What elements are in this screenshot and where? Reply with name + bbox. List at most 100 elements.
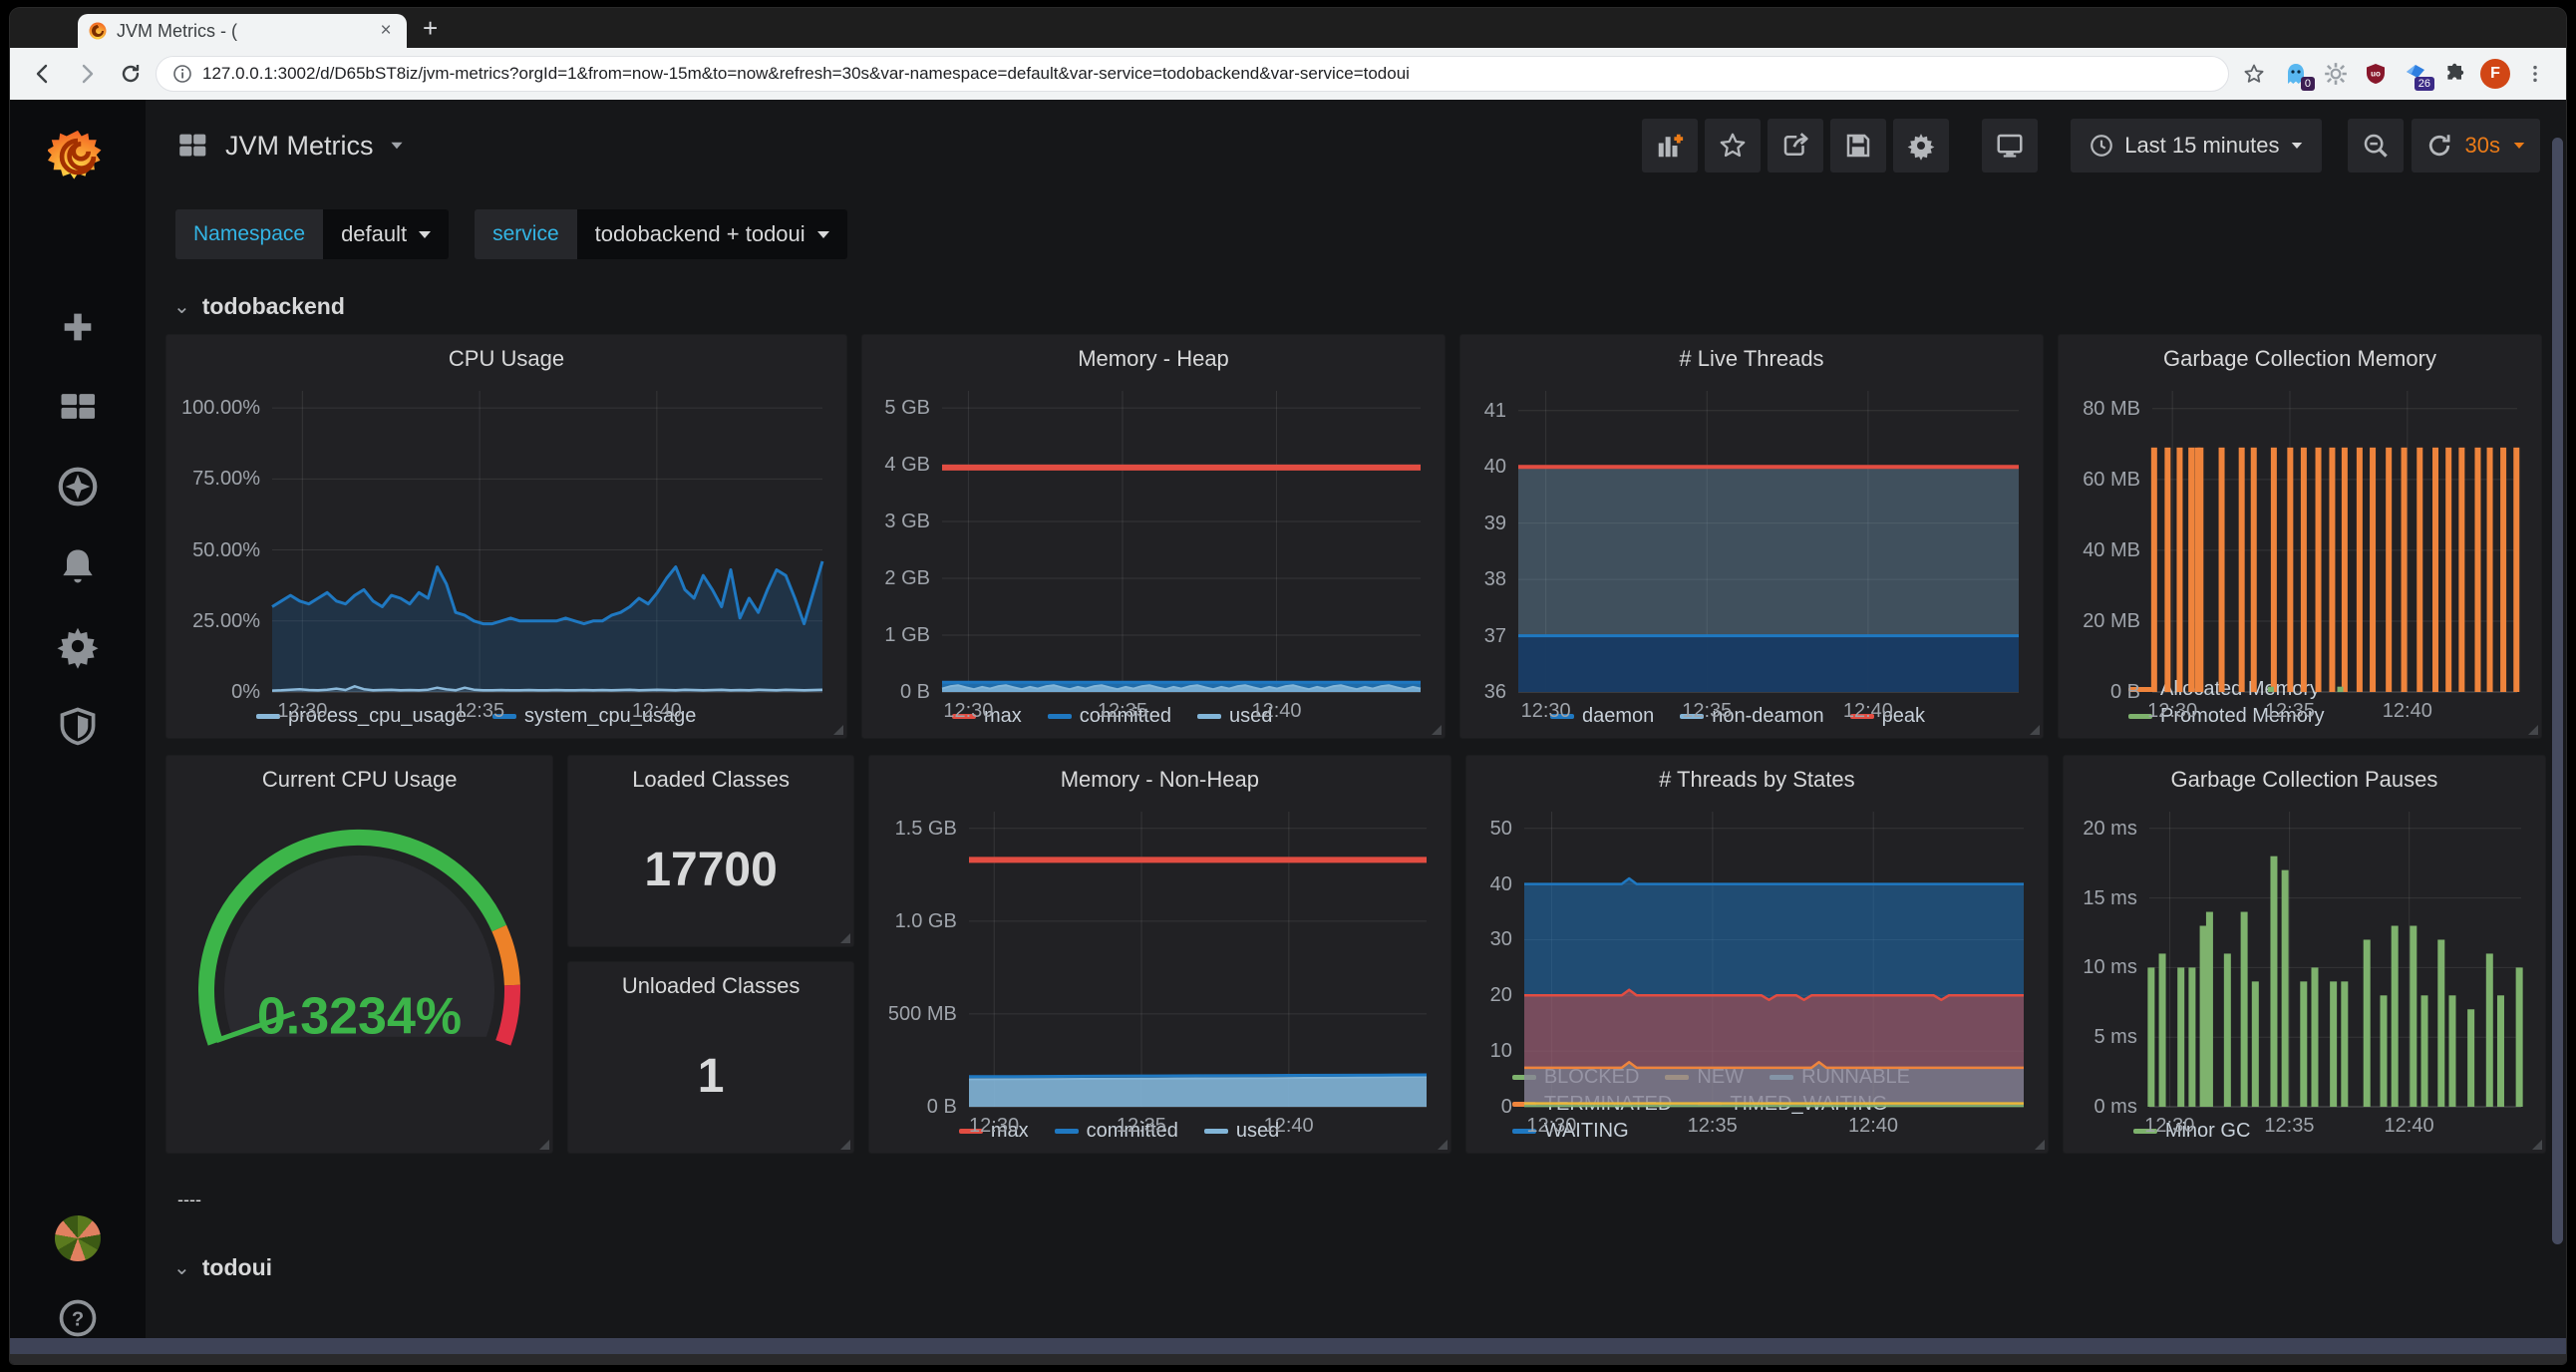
panel-title[interactable]: Garbage Collection Pauses bbox=[2074, 764, 2535, 800]
save-dashboard-button[interactable] bbox=[1830, 119, 1886, 172]
y-axis-tick: 0% bbox=[176, 681, 260, 704]
panel-row-1: CPU Usage 0%25.00%50.00%75.00%100.00%12:… bbox=[165, 334, 2546, 739]
new-tab-button[interactable]: + bbox=[423, 13, 438, 48]
text-panel-divider: ---- bbox=[165, 1170, 2546, 1210]
y-axis-tick: 500 MB bbox=[879, 1003, 957, 1026]
panel-title[interactable]: # Threads by States bbox=[1476, 764, 2038, 800]
alerting-bell-icon[interactable] bbox=[46, 534, 110, 598]
browser-menu-icon[interactable] bbox=[2518, 57, 2552, 91]
row-collapse-chevron-icon: ⌄ bbox=[173, 1255, 190, 1280]
panel-title[interactable]: Loaded Classes bbox=[578, 764, 842, 800]
profile-avatar[interactable]: F bbox=[2478, 57, 2512, 91]
share-dashboard-button[interactable] bbox=[1768, 119, 1823, 172]
dashboards-icon[interactable] bbox=[46, 375, 110, 439]
clock-icon bbox=[2089, 133, 2114, 159]
ublock-extension-icon[interactable]: uo bbox=[2359, 57, 2393, 91]
back-button[interactable] bbox=[24, 55, 62, 93]
panel-resize-handle[interactable] bbox=[840, 933, 850, 943]
settings-extension-icon[interactable] bbox=[2319, 57, 2353, 91]
title-caret-icon bbox=[391, 143, 402, 149]
memory-nonheap-chart[interactable]: 0 B500 MB1.0 GB1.5 GB12:3012:3512:40 bbox=[879, 800, 1441, 1118]
horizontal-scrollbar[interactable] bbox=[10, 1338, 2566, 1354]
configuration-gear-icon[interactable] bbox=[46, 614, 110, 678]
panel-resize-handle[interactable] bbox=[840, 1140, 850, 1150]
row-header-todoui[interactable]: ⌄ todoui bbox=[165, 1236, 2546, 1295]
dashboard-settings-button[interactable] bbox=[1893, 119, 1949, 172]
gc-pauses-chart[interactable]: 0 ms5 ms10 ms15 ms20 ms12:3012:3512:40 bbox=[2074, 800, 2535, 1118]
refresh-icon[interactable] bbox=[2425, 132, 2453, 160]
variable-namespace[interactable]: Namespace default bbox=[175, 209, 449, 259]
tag-extension-icon[interactable]: 26 bbox=[2399, 57, 2432, 91]
tab-close-icon[interactable]: × bbox=[375, 20, 397, 42]
panel-title[interactable]: Memory - Non-Heap bbox=[879, 764, 1441, 800]
y-axis-tick: 40 MB bbox=[2069, 539, 2140, 562]
url-text[interactable]: 127.0.0.1:3002/d/D65bST8iz/jvm-metrics?o… bbox=[202, 64, 2212, 84]
current-cpu-gauge[interactable]: 0.3234% bbox=[176, 800, 542, 1147]
url-bar[interactable]: 127.0.0.1:3002/d/D65bST8iz/jvm-metrics?o… bbox=[156, 56, 2229, 92]
add-panel-button[interactable] bbox=[1642, 119, 1698, 172]
live-threads-chart[interactable]: 36373839404112:3012:3512:40 bbox=[1470, 379, 2033, 703]
panel-resize-handle[interactable] bbox=[1438, 1140, 1448, 1150]
memory-heap-chart[interactable]: 0 B1 GB2 GB3 GB4 GB5 GB12:3012:3512:40 bbox=[872, 379, 1435, 703]
user-avatar[interactable] bbox=[46, 1206, 110, 1270]
panel-title[interactable]: # Live Threads bbox=[1470, 343, 2033, 379]
star-dashboard-button[interactable] bbox=[1705, 119, 1761, 172]
forward-button[interactable] bbox=[68, 55, 106, 93]
site-info-icon[interactable] bbox=[172, 64, 192, 84]
gc-memory-chart[interactable]: 0 B20 MB40 MB60 MB80 MB12:3012:3512:40 bbox=[2069, 379, 2531, 676]
page-title: JVM Metrics bbox=[225, 131, 374, 162]
grafana-logo[interactable] bbox=[46, 126, 110, 189]
x-axis-tick: 12:35 bbox=[1663, 1115, 1763, 1138]
variable-service[interactable]: service todobackend + todoui bbox=[475, 209, 847, 259]
variable-namespace-value[interactable]: default bbox=[323, 209, 449, 259]
extensions-puzzle-icon[interactable] bbox=[2438, 57, 2472, 91]
create-plus-icon[interactable] bbox=[46, 295, 110, 359]
y-axis-tick: 5 ms bbox=[2074, 1026, 2137, 1049]
y-axis-tick: 38 bbox=[1470, 568, 1506, 591]
svg-text:0.3234%: 0.3234% bbox=[257, 987, 462, 1045]
x-axis-tick: 12:35 bbox=[430, 700, 529, 723]
time-range-picker[interactable]: Last 15 minutes bbox=[2071, 119, 2321, 172]
x-axis-tick: 12:30 bbox=[2119, 1115, 2219, 1138]
panel-resize-handle[interactable] bbox=[2532, 1140, 2542, 1150]
panel-cpu-usage: CPU Usage 0%25.00%50.00%75.00%100.00%12:… bbox=[165, 334, 847, 739]
refresh-picker[interactable]: 30s bbox=[2412, 119, 2540, 172]
y-axis-tick: 30 bbox=[1476, 928, 1512, 951]
panel-title[interactable]: Unloaded Classes bbox=[578, 970, 842, 1006]
bookmark-star-icon[interactable] bbox=[2235, 55, 2273, 93]
y-axis-tick: 60 MB bbox=[2069, 469, 2140, 492]
panel-title[interactable]: Garbage Collection Memory bbox=[2069, 343, 2531, 379]
y-axis-tick: 10 bbox=[1476, 1040, 1512, 1063]
x-axis-tick: 12:30 bbox=[918, 700, 1018, 723]
vertical-scrollbar-thumb[interactable] bbox=[2552, 138, 2563, 1244]
panel-resize-handle[interactable] bbox=[1432, 725, 1442, 735]
x-axis-tick: 12:40 bbox=[1239, 1115, 1339, 1138]
panel-resize-handle[interactable] bbox=[2035, 1140, 2045, 1150]
variable-service-value[interactable]: todobackend + todoui bbox=[577, 209, 847, 259]
panel-title[interactable]: Current CPU Usage bbox=[176, 764, 542, 800]
panel-resize-handle[interactable] bbox=[2528, 725, 2538, 735]
threads-by-states-chart[interactable]: 0102030405012:3012:3512:40 bbox=[1476, 800, 2038, 1064]
y-axis-tick: 4 GB bbox=[872, 454, 930, 477]
explore-compass-icon[interactable] bbox=[46, 455, 110, 518]
ghostery-extension-icon[interactable]: 0 bbox=[2279, 57, 2313, 91]
server-admin-shield-icon[interactable] bbox=[46, 694, 110, 758]
zoom-out-time-button[interactable] bbox=[2348, 119, 2404, 172]
browser-tab[interactable]: JVM Metrics - ( × bbox=[78, 14, 407, 48]
panel-resize-handle[interactable] bbox=[539, 1140, 549, 1150]
x-axis-tick: 12:30 bbox=[944, 1115, 1044, 1138]
x-axis-tick: 12:35 bbox=[1657, 700, 1757, 723]
row-header-todobackend[interactable]: ⌄ todobackend bbox=[165, 275, 2546, 334]
panel-title[interactable]: CPU Usage bbox=[176, 343, 836, 379]
cycle-view-mode-button[interactable] bbox=[1982, 119, 2038, 172]
y-axis-tick: 75.00% bbox=[176, 468, 260, 491]
y-axis-tick: 1.0 GB bbox=[879, 910, 957, 933]
cpu-usage-chart[interactable]: 0%25.00%50.00%75.00%100.00%12:3012:3512:… bbox=[176, 379, 836, 703]
panel-resize-handle[interactable] bbox=[833, 725, 843, 735]
panel-resize-handle[interactable] bbox=[2030, 725, 2040, 735]
panel-title[interactable]: Memory - Heap bbox=[872, 343, 1435, 379]
dashboard-navbar: JVM Metrics bbox=[146, 100, 2566, 191]
time-range-caret-icon bbox=[2291, 143, 2302, 149]
dashboard-title-group[interactable]: JVM Metrics bbox=[175, 129, 404, 163]
reload-button[interactable] bbox=[112, 55, 150, 93]
